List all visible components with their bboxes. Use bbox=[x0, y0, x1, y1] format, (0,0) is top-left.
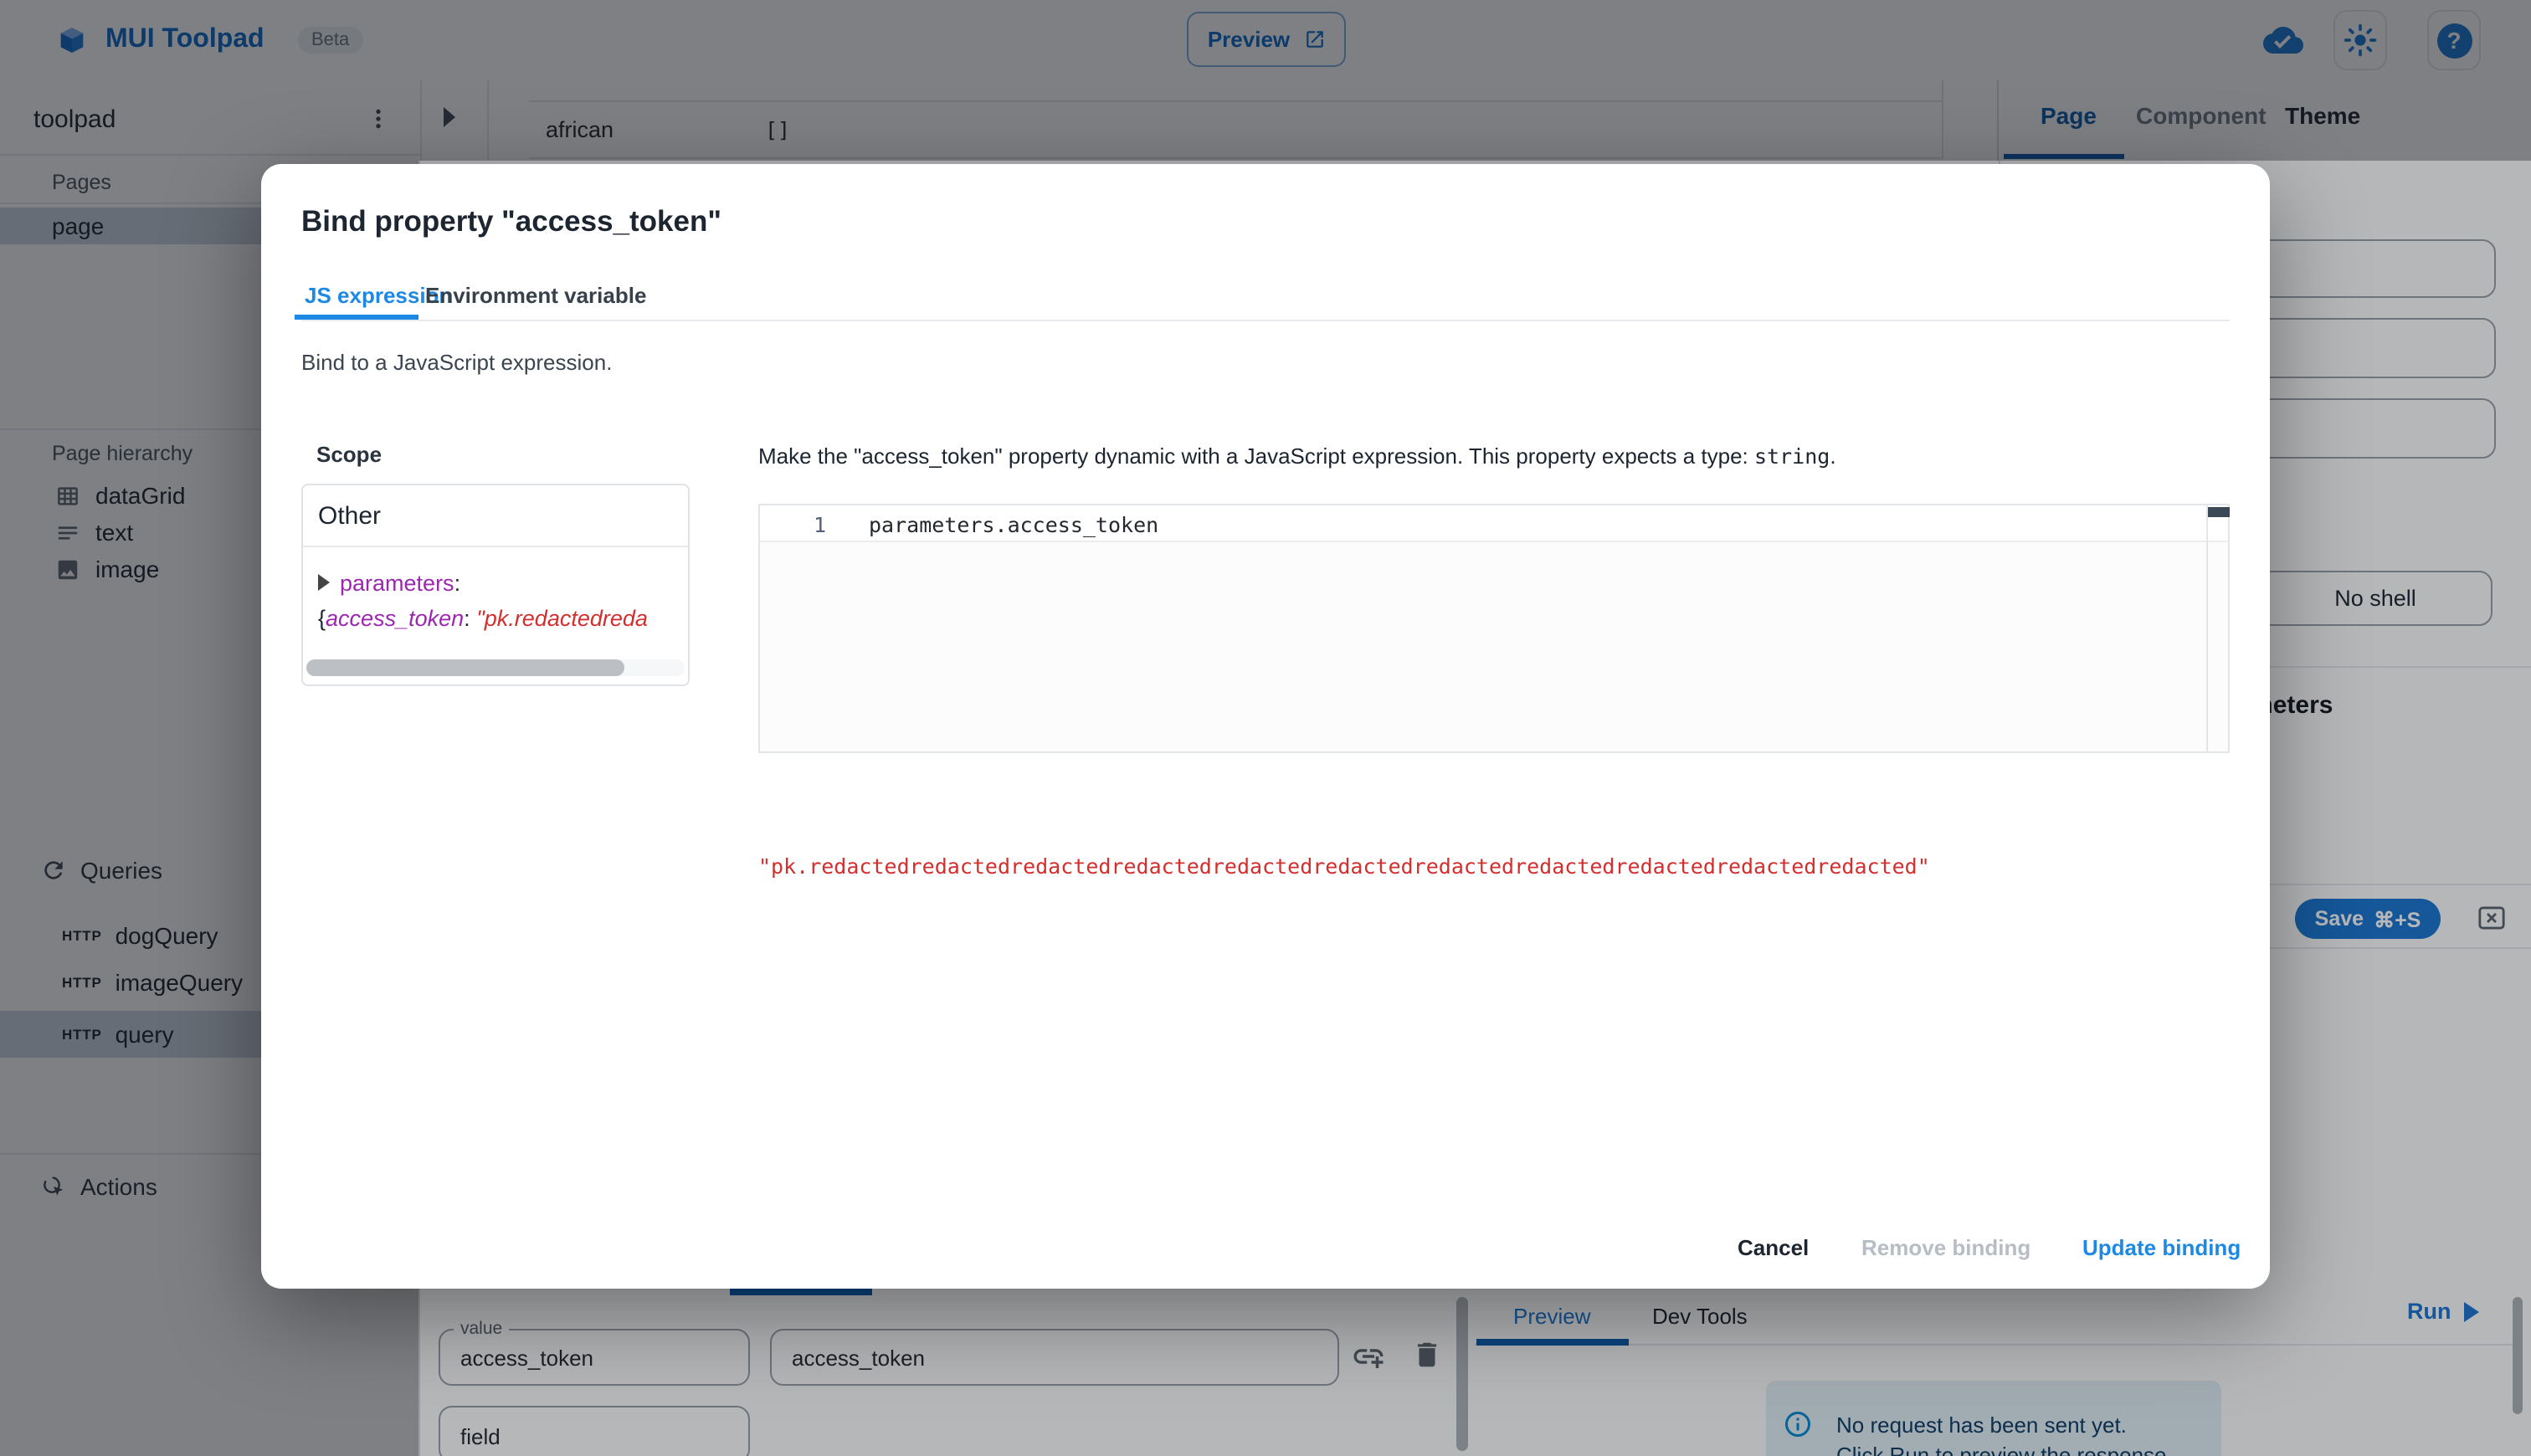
tree-expand-icon[interactable] bbox=[318, 574, 330, 591]
tree-key: parameters bbox=[340, 571, 454, 596]
code-editor[interactable]: 1 parameters.access_token bbox=[758, 504, 2230, 753]
editor-description: Make the "access_token" property dynamic… bbox=[758, 443, 1836, 469]
scope-panel: Other parameters: {access_token: "pk.red… bbox=[301, 484, 690, 686]
editor-scroll-gutter bbox=[2206, 505, 2208, 751]
remove-binding-button[interactable]: Remove binding bbox=[1845, 1225, 2047, 1270]
scope-label: Scope bbox=[316, 442, 382, 467]
code-line: parameters.access_token bbox=[869, 512, 1159, 537]
scope-scrollbar-thumb[interactable] bbox=[306, 659, 624, 676]
line-number: 1 bbox=[814, 512, 827, 537]
tree-prop: access_token bbox=[326, 606, 465, 631]
tree-value-preview: "pk.redactedreda bbox=[476, 606, 648, 631]
tree-brace: { bbox=[318, 606, 326, 631]
tab-environment-variable[interactable]: Environment variable bbox=[425, 283, 646, 308]
scope-group-label: Other bbox=[318, 502, 382, 531]
screen: MUI Toolpad Beta Preview ? toolpad Pages… bbox=[0, 0, 2531, 1456]
type-name: string bbox=[1754, 443, 1830, 469]
evaluated-result: "pk.redactedredactedredactedredactedreda… bbox=[758, 854, 1930, 879]
modal-title: Bind property "access_token" bbox=[301, 204, 721, 238]
scope-tree[interactable]: parameters: {access_token: "pk.redactedr… bbox=[318, 566, 678, 636]
cancel-button[interactable]: Cancel bbox=[1721, 1225, 1825, 1270]
scope-scrollbar-track bbox=[306, 659, 685, 676]
modal-subtitle: Bind to a JavaScript expression. bbox=[301, 350, 613, 375]
bind-property-modal: Bind property "access_token" JS expressi… bbox=[261, 164, 2270, 1289]
update-binding-button[interactable]: Update binding bbox=[2066, 1225, 2257, 1270]
editor-scrollbar-thumb[interactable] bbox=[2208, 507, 2230, 517]
